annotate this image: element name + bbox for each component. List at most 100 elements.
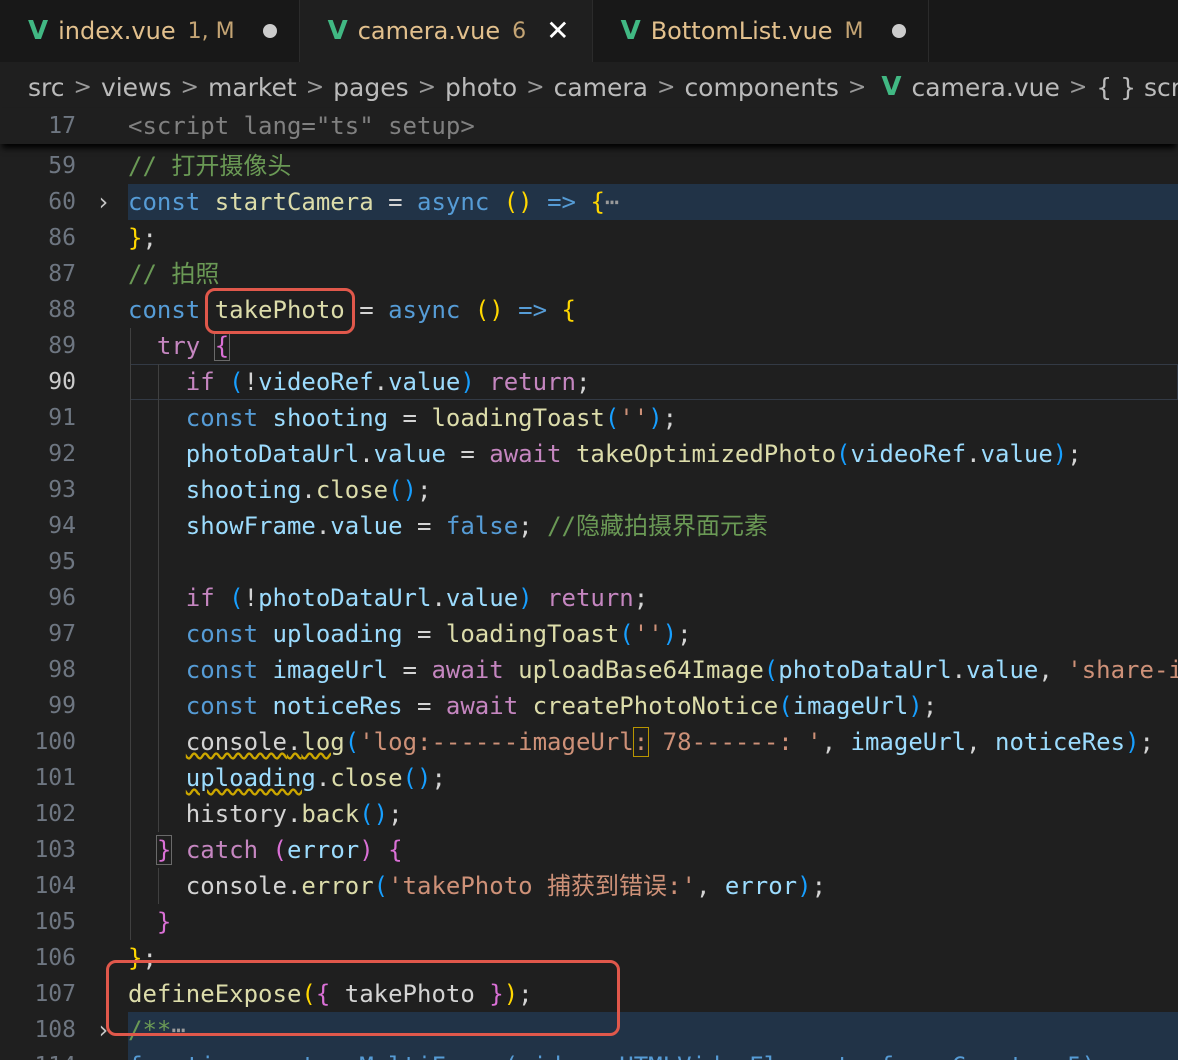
code-line: 59 // 打开摄像头 xyxy=(0,148,1178,184)
identifier: imageUrl xyxy=(792,692,909,720)
line-code: uploading.close(); xyxy=(185,764,446,792)
line-code: defineExpose({ takePhoto }); xyxy=(128,980,533,1008)
sticky-scroll-header[interactable]: 17 <script lang="ts" setup> xyxy=(0,108,1178,144)
editor-tab-bar: V index.vue 1, M V camera.vue 6 ✕ V Bott… xyxy=(0,0,1178,62)
code-line: 105 } xyxy=(0,904,1178,940)
chevron-right-icon: > xyxy=(847,74,867,100)
identifier: defineExpose xyxy=(128,980,302,1008)
line-number: 103 xyxy=(34,837,76,863)
tab-label: BottomList.vue xyxy=(650,17,833,45)
tab-label: camera.vue xyxy=(357,17,501,45)
line-code: // 拍照 xyxy=(128,256,219,292)
string-literal: : xyxy=(632,727,650,757)
line-code: if (!videoRef.value) return; xyxy=(185,368,591,396)
code-line: 99 const noticeRes = await createPhotoNo… xyxy=(0,688,1178,724)
comment: //隐藏拍摄界面元素 xyxy=(547,512,768,540)
chevron-right-icon: > xyxy=(417,74,437,100)
identifier: close xyxy=(330,764,403,792)
code-line: 95 xyxy=(0,544,1178,580)
identifier: imageUrl xyxy=(850,728,967,756)
line-number: 106 xyxy=(34,945,76,971)
code-line: 92 photoDataUrl.value = await takeOptimi… xyxy=(0,436,1178,472)
line-number: 114 xyxy=(0,1048,76,1060)
line-code: const takePhoto = async () => { xyxy=(128,296,576,324)
modified-dot-icon[interactable] xyxy=(891,24,906,38)
tab-bottomlist-vue[interactable]: V BottomList.vue M xyxy=(592,0,929,62)
line-code: try { xyxy=(156,331,231,361)
close-icon[interactable]: ✕ xyxy=(546,17,569,45)
line-code: showFrame.value = false; //隐藏拍摄界面元素 xyxy=(185,512,768,540)
identifier: photoDataUrl xyxy=(258,584,432,612)
line-number: 88 xyxy=(48,297,76,323)
line-number: 87 xyxy=(48,261,76,287)
chevron-right-icon: > xyxy=(73,74,92,100)
line-number: 101 xyxy=(34,765,76,791)
code-line: 96 if (!photoDataUrl.value) return; xyxy=(0,580,1178,616)
code-line: 88 const takePhoto = async () => { xyxy=(0,292,1178,328)
chevron-right-icon[interactable]: › xyxy=(96,1048,116,1060)
identifier: shooting xyxy=(185,476,302,504)
line-code: const shooting = loadingToast(''); xyxy=(185,404,678,432)
breadcrumb-item[interactable]: photo xyxy=(445,73,517,102)
vue-file-icon: V xyxy=(620,16,641,46)
identifier: noticeRes xyxy=(995,728,1126,756)
breadcrumb-item[interactable]: { } script se xyxy=(1096,73,1178,102)
identifier: loadingToast xyxy=(445,620,620,648)
line-number: 89 xyxy=(48,333,76,359)
breadcrumb-item[interactable]: camera xyxy=(554,73,648,102)
line-number: 86 xyxy=(48,225,76,251)
identifier: photoDataUrl xyxy=(778,656,952,684)
line-number: 60 xyxy=(48,189,76,215)
breadcrumb-item[interactable]: views xyxy=(101,73,172,102)
line-number: 91 xyxy=(48,405,76,431)
line-code: }; xyxy=(128,944,157,972)
breadcrumb-item[interactable]: components xyxy=(684,73,838,102)
identifier: close xyxy=(315,476,389,504)
identifier: noticeRes xyxy=(272,692,403,720)
chevron-right-icon[interactable]: › xyxy=(96,184,116,220)
code-line: 103 } catch (error) { xyxy=(0,832,1178,868)
line-number: 102 xyxy=(34,801,76,827)
line-number: 107 xyxy=(34,981,76,1007)
chevron-right-icon: > xyxy=(526,74,545,100)
identifier: error xyxy=(286,836,360,864)
line-code: const imageUrl = await uploadBase64Image… xyxy=(128,652,1178,688)
breadcrumb-item[interactable]: src xyxy=(28,73,65,102)
code-line: 93 shooting.close(); xyxy=(0,472,1178,508)
line-code: /**⋯ xyxy=(128,1012,186,1048)
string-literal: 'takePhoto 捕获到错误:' xyxy=(388,872,696,900)
breadcrumb-item[interactable]: market xyxy=(208,73,297,102)
line-number: 17 xyxy=(48,113,76,139)
tab-index-vue[interactable]: V index.vue 1, M xyxy=(0,0,300,62)
ellipsis-icon[interactable]: ⋯ xyxy=(605,188,619,216)
line-code: const uploading = loadingToast(''); xyxy=(185,620,692,648)
line-code: const noticeRes = await createPhotoNotic… xyxy=(185,692,938,720)
vue-file-icon: V xyxy=(327,16,348,46)
chevron-right-icon[interactable]: › xyxy=(96,1012,116,1048)
modified-dot-icon[interactable] xyxy=(262,24,277,38)
code-line: 114 › function captureMultiFrame(video: … xyxy=(0,1048,1178,1060)
line-code: // 打开摄像头 xyxy=(128,148,291,184)
ellipsis-icon[interactable]: ⋯ xyxy=(171,1016,185,1044)
line-number: 104 xyxy=(34,873,76,899)
line-code: shooting.close(); xyxy=(185,476,432,504)
code-fragment: function captureMultiFrame(video: HTMLVi… xyxy=(128,1052,1096,1060)
line-code: console.log('log:------imageUrl: 78-----… xyxy=(185,727,1154,757)
identifier: shooting xyxy=(272,404,389,432)
tab-camera-vue[interactable]: V camera.vue 6 ✕ xyxy=(299,0,593,62)
chevron-right-icon: > xyxy=(180,74,199,100)
code-line: 108 › /**⋯ xyxy=(0,1012,1178,1048)
chevron-right-icon: > xyxy=(1068,74,1088,100)
line-number: 90 xyxy=(48,369,76,395)
identifier: videoRef xyxy=(850,440,967,468)
code-line: 87 // 拍照 xyxy=(0,256,1178,292)
code-line: 101 uploading.close(); xyxy=(0,760,1178,796)
identifier: uploading xyxy=(272,620,403,648)
code-line: 98 const imageUrl = await uploadBase64Im… xyxy=(0,652,1178,688)
breadcrumb-item[interactable]: camera.vue xyxy=(911,73,1059,102)
identifier: imageUrl xyxy=(272,656,389,684)
breadcrumb-item[interactable]: pages xyxy=(333,73,408,102)
comment: // 拍照 xyxy=(128,260,220,288)
code-line: 107 defineExpose({ takePhoto }); xyxy=(0,976,1178,1012)
code-editor[interactable]: 59 // 打开摄像头 60 › const startCamera = asy… xyxy=(0,144,1178,1060)
